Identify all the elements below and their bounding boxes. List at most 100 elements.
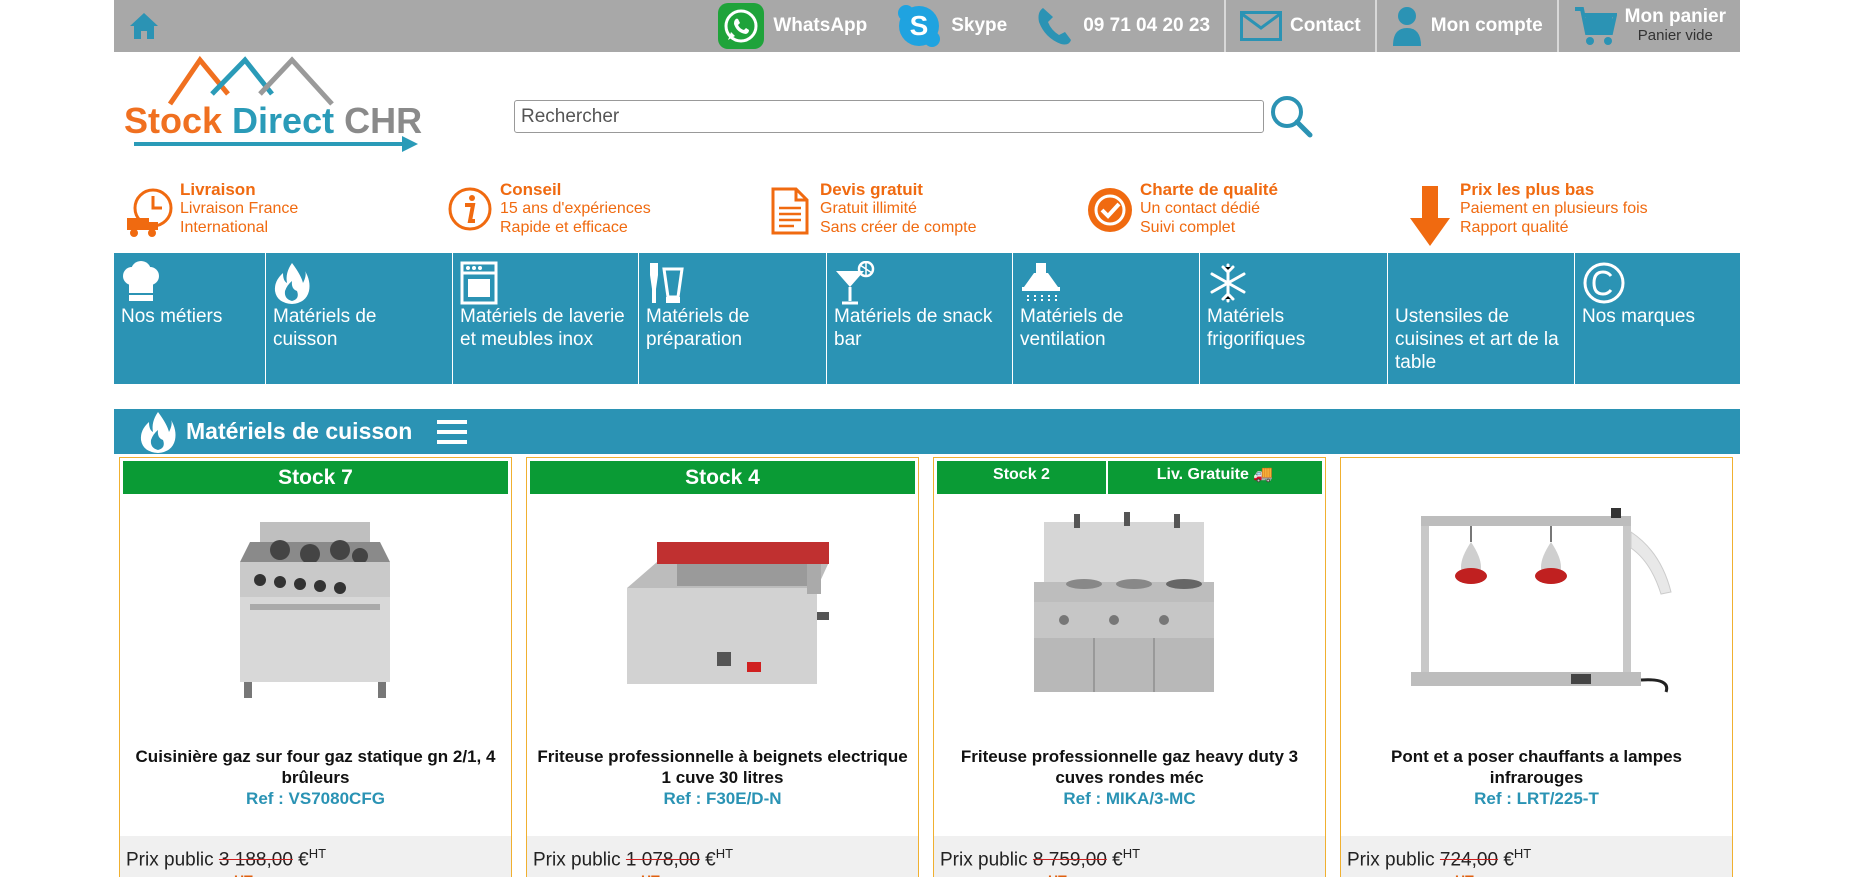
search-button[interactable] bbox=[1268, 94, 1314, 140]
down-arrow-icon bbox=[1410, 186, 1450, 246]
category-ustensiles[interactable]: Ustensiles de cuisines et art de la tabl… bbox=[1388, 253, 1575, 384]
category-materiels-ventilation[interactable]: Matériels de ventilation bbox=[1013, 253, 1200, 384]
feature-line: Rapport qualité bbox=[1460, 219, 1569, 236]
currency: € bbox=[699, 849, 716, 871]
feature-line: Livraison France bbox=[180, 200, 299, 217]
search-input[interactable] bbox=[514, 100, 1264, 133]
stock-badge: Stock 7 bbox=[123, 461, 508, 494]
cart-title: Mon panier bbox=[1624, 6, 1726, 28]
cocktail-icon bbox=[836, 260, 875, 305]
price-extra: HT bbox=[1048, 872, 1067, 877]
skype-label: Skype bbox=[951, 15, 1008, 36]
hamburger-menu-icon[interactable] bbox=[436, 418, 468, 446]
category-materiels-laverie[interactable]: Matériels de laverie et meubles inox bbox=[453, 253, 639, 384]
product-grid: Stock 7 Cuisinière gaz sur four gaz stat… bbox=[114, 457, 1740, 877]
search-icon bbox=[1271, 96, 1313, 138]
category-nos-marques[interactable]: Nos marques bbox=[1575, 253, 1740, 384]
product-card[interactable]: Stock 7 Cuisinière gaz sur four gaz stat… bbox=[119, 457, 512, 877]
product-image bbox=[1034, 512, 1214, 692]
feature-line: Gratuit illimité bbox=[820, 200, 917, 217]
price-box: Prix public 3 188,00 €HT HT bbox=[120, 836, 511, 877]
home-icon bbox=[130, 13, 158, 39]
feature-prix: Prix les plus bas Paiement en plusieurs … bbox=[1394, 180, 1714, 252]
currency: € bbox=[1106, 849, 1123, 871]
stock-badge: Stock 4 bbox=[530, 461, 915, 494]
category-label: Matériels frigorifiques bbox=[1207, 306, 1306, 350]
feature-line: Un contact dédié bbox=[1140, 200, 1261, 217]
product-ref: Ref : LRT/225-T bbox=[1474, 789, 1599, 808]
delivery-clock-icon bbox=[127, 188, 173, 237]
product-ref: Ref : MIKA/3-MC bbox=[1063, 789, 1196, 808]
section-header: Matériels de cuisson bbox=[114, 409, 1740, 454]
product-ref: Ref : VS7080CFG bbox=[246, 789, 385, 808]
tax-label: HT bbox=[715, 846, 734, 861]
category-label: Nos métiers bbox=[121, 306, 223, 327]
category-materiels-preparation[interactable]: Matériels de préparation bbox=[639, 253, 827, 384]
feature-livraison: Livraison Livraison France International bbox=[114, 180, 434, 252]
price-label: Prix public bbox=[533, 849, 626, 871]
price-label: Prix public bbox=[940, 849, 1033, 871]
feature-title: Conseil bbox=[500, 180, 562, 199]
contact-label: Contact bbox=[1290, 15, 1361, 36]
cart-status: Panier vide bbox=[1637, 27, 1713, 45]
phone-link[interactable]: 09 71 04 20 23 bbox=[1021, 0, 1224, 52]
product-name[interactable]: Cuisinière gaz sur four gaz statique gn … bbox=[126, 746, 505, 788]
product-name[interactable]: Friteuse professionnelle à beignets elec… bbox=[533, 746, 912, 788]
free-delivery-badge: Liv. Gratuite 🚚 bbox=[1108, 461, 1322, 494]
feature-line: Suivi complet bbox=[1140, 219, 1236, 236]
category-materiels-frigorifiques[interactable]: Matériels frigorifiques bbox=[1200, 253, 1388, 384]
whatsapp-icon bbox=[718, 3, 765, 49]
whatsapp-link[interactable]: WhatsApp bbox=[703, 0, 881, 52]
product-name[interactable]: Pont et a poser chauffants a lampes infr… bbox=[1347, 746, 1726, 788]
feature-line: International bbox=[180, 219, 269, 236]
cart-link[interactable]: Mon panier Panier vide bbox=[1556, 0, 1740, 52]
price-extra: HT bbox=[234, 872, 253, 877]
envelope-icon bbox=[1240, 11, 1283, 41]
account-link[interactable]: Mon compte bbox=[1374, 0, 1557, 52]
feature-title: Livraison bbox=[180, 180, 256, 199]
hood-icon bbox=[1022, 263, 1060, 303]
section-title: Matériels de cuisson bbox=[186, 418, 413, 444]
flame-icon bbox=[274, 263, 310, 304]
feature-line: Sans créer de compte bbox=[820, 219, 977, 236]
product-name[interactable]: Friteuse professionnelle gaz heavy duty … bbox=[940, 746, 1319, 788]
product-card[interactable]: Stock 2 Liv. Gratuite 🚚 Friteuse profess… bbox=[933, 457, 1326, 877]
price-box: Prix public 724,00 €HT HT bbox=[1341, 836, 1732, 877]
feature-title: Charte de qualité bbox=[1140, 180, 1278, 199]
home-button[interactable] bbox=[114, 0, 174, 52]
category-label: Matériels de ventilation bbox=[1020, 306, 1124, 350]
feature-line: Rapide et efficace bbox=[500, 219, 628, 236]
price-extra: HT bbox=[641, 872, 660, 877]
feature-title: Prix les plus bas bbox=[1460, 180, 1595, 199]
features-strip: Livraison Livraison France International… bbox=[114, 180, 1740, 252]
price-label: Prix public bbox=[126, 849, 219, 871]
quality-seal-icon bbox=[1088, 188, 1132, 232]
phone-number: 09 71 04 20 23 bbox=[1083, 15, 1211, 36]
contact-link[interactable]: Contact bbox=[1224, 0, 1375, 52]
category-label: Matériels de préparation bbox=[646, 306, 750, 350]
feature-line: 15 ans d'expériences bbox=[500, 200, 651, 217]
category-materiels-cuisson[interactable]: Matériels de cuisson bbox=[266, 253, 453, 384]
whatsapp-label: WhatsApp bbox=[773, 15, 868, 36]
public-price: 8 759,00 bbox=[1032, 849, 1107, 871]
logo-word-chr: CHR bbox=[344, 100, 423, 141]
tax-label: HT bbox=[308, 846, 327, 861]
category-label: Nos marques bbox=[1582, 306, 1695, 327]
feature-charte: Charte de qualité Un contact dédié Suivi… bbox=[1074, 180, 1394, 252]
account-label: Mon compte bbox=[1430, 15, 1543, 36]
category-label: Ustensiles de cuisines et art de la tabl… bbox=[1395, 306, 1559, 373]
user-icon bbox=[1392, 7, 1421, 46]
logo[interactable]: Stock Direct CHR bbox=[120, 54, 440, 154]
info-icon bbox=[448, 187, 492, 231]
skype-link[interactable]: S Skype bbox=[881, 0, 1021, 52]
snowflake-icon bbox=[1210, 263, 1246, 303]
product-card[interactable]: Pont et a poser chauffants a lampes infr… bbox=[1340, 457, 1733, 877]
product-image bbox=[240, 522, 390, 698]
site-header: Stock Direct CHR bbox=[114, 52, 1740, 172]
category-nos-metiers[interactable]: Nos métiers bbox=[114, 253, 266, 384]
product-card[interactable]: Stock 4 Friteuse professionnelle à beign… bbox=[526, 457, 919, 877]
logo-word-direct: Direct bbox=[232, 100, 345, 141]
feature-title: Devis gratuit bbox=[820, 180, 923, 199]
category-materiels-snack-bar[interactable]: Matériels de snack bar bbox=[827, 253, 1013, 384]
phone-icon bbox=[1038, 8, 1072, 45]
